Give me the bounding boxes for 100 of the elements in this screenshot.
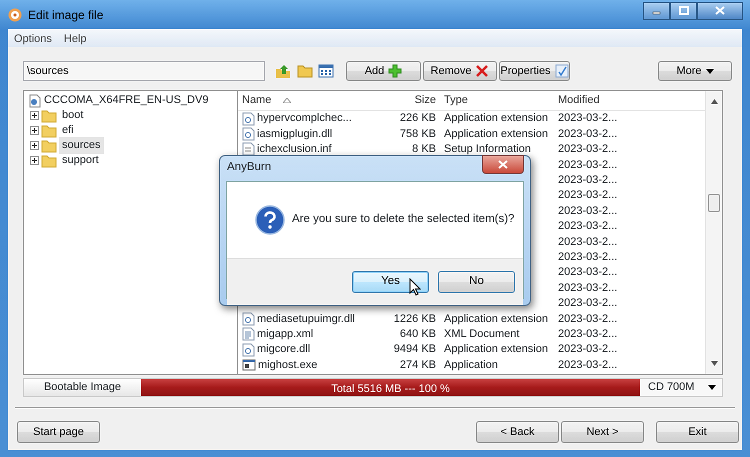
file-modified: 2023-03-2...	[558, 297, 618, 310]
expand-icon[interactable]	[30, 126, 39, 135]
file-name[interactable]: mediasetupuimgr.dll	[257, 310, 355, 328]
file-name[interactable]: hypervcomplchec...	[257, 110, 352, 127]
file-modified: 2023-03-2...	[558, 358, 618, 371]
window-title: Edit image file	[28, 6, 104, 24]
scrollbar-thumb[interactable]	[708, 194, 720, 212]
file-name[interactable]: migcore.dll	[257, 341, 310, 358]
tree-item[interactable]: efi	[59, 122, 77, 139]
file-type: XML Document	[444, 328, 520, 340]
menu-item[interactable]: Options	[10, 29, 56, 47]
file-modified: 2023-03-2...	[558, 312, 618, 325]
column-header[interactable]: Modified	[558, 94, 600, 106]
file-type: Application extension	[444, 343, 548, 356]
file-name[interactable]: migapp.xml	[257, 326, 314, 342]
column-header[interactable]: Size	[414, 94, 436, 106]
file-modified: 2023-03-2...	[558, 174, 618, 186]
file-modified: 2023-03-2...	[558, 189, 618, 202]
mouse-pointer-icon	[409, 278, 421, 296]
expand-icon[interactable]	[30, 141, 39, 150]
up-folder-icon[interactable]	[275, 63, 291, 79]
folder-icon	[41, 138, 57, 152]
more-button[interactable]: More	[658, 61, 732, 81]
expand-icon[interactable]	[30, 156, 39, 165]
dll-file-icon	[242, 112, 255, 126]
document-icon	[242, 327, 255, 342]
folder-icon[interactable]	[296, 63, 312, 79]
footer-button[interactable]: Start page	[17, 421, 100, 443]
folder-icon	[41, 154, 57, 168]
sort-ascending-icon	[283, 98, 292, 103]
dll-file-icon	[242, 127, 255, 142]
tree-root-label[interactable]: CCCOMA_X64FRE_EN-US_DV9	[44, 92, 208, 109]
settings-file-icon	[242, 142, 255, 156]
caret-icon	[706, 68, 714, 74]
cross-icon	[475, 64, 490, 78]
file-name[interactable]: ichexclusion.inf	[257, 141, 332, 158]
app-icon	[8, 8, 22, 22]
dialog-button[interactable]: No	[438, 271, 515, 293]
file-name[interactable]: iasmigplugin.dll	[257, 126, 332, 142]
file-modified: 2023-03-2...	[558, 143, 618, 156]
maximize-button[interactable]	[670, 2, 697, 20]
menu-item[interactable]: Help	[60, 29, 91, 47]
column-header[interactable]: Name	[242, 92, 272, 109]
folder-icon	[41, 108, 57, 122]
file-modified: 2023-03-2...	[558, 250, 618, 263]
minimize-button[interactable]	[643, 2, 670, 20]
path-field[interactable]: \sources	[23, 61, 265, 81]
file-modified: 2023-03-2...	[558, 282, 618, 294]
file-size: 226 KB	[400, 112, 436, 124]
expand-icon[interactable]	[30, 111, 39, 120]
file-size: 1226 KB	[394, 312, 436, 325]
grid-view-icon[interactable]	[318, 63, 334, 79]
file-modified: 2023-03-2...	[558, 112, 618, 124]
file-size: 274 KB	[400, 358, 436, 371]
file-size: 9494 KB	[394, 343, 436, 356]
scroll-up-icon[interactable]	[711, 99, 718, 104]
toolbar-button[interactable]: Remove	[423, 61, 497, 81]
tree-item[interactable]: boot	[59, 107, 86, 124]
file-type: Application extension	[444, 128, 548, 140]
file-modified: 2023-03-2...	[558, 128, 618, 140]
close-button[interactable]	[697, 2, 743, 20]
file-name[interactable]: mighost.exe	[258, 356, 318, 374]
toolbar-button[interactable]: Properties	[499, 61, 570, 81]
file-size: 8 KB	[412, 143, 436, 156]
file-modified: 2023-03-2...	[558, 328, 618, 340]
dialog-button[interactable]: Yes	[352, 271, 429, 293]
tree-item[interactable]: sources	[59, 137, 104, 154]
dialog-message: Are you sure to delete the selected item(s)?	[292, 212, 514, 228]
file-type: Application extension	[444, 312, 548, 325]
media-dropdown[interactable]: CD 700M	[640, 379, 722, 396]
question-icon	[255, 205, 285, 235]
file-modified: 2023-03-2...	[558, 204, 618, 217]
toolbar-button[interactable]: Add	[346, 61, 421, 81]
dll-file-icon	[242, 312, 255, 326]
column-header[interactable]: Type	[444, 94, 468, 106]
file-modified: 2023-03-2...	[558, 158, 618, 171]
scroll-down-icon[interactable]	[711, 361, 718, 366]
file-modified: 2023-03-2...	[558, 236, 618, 248]
image-type-label[interactable]: Bootable Image	[24, 379, 141, 396]
close-icon	[715, 6, 725, 15]
caret-icon	[708, 385, 716, 390]
usage-text: Total 5516 MB --- 100 %	[330, 382, 451, 397]
file-modified: 2023-03-2...	[558, 266, 618, 278]
file-type: Setup Information	[444, 143, 531, 156]
application-icon	[242, 358, 256, 372]
maximize-icon	[678, 6, 688, 15]
checklist-icon	[554, 64, 569, 78]
folder-icon	[41, 124, 57, 138]
tree-item[interactable]: support	[59, 152, 102, 169]
file-type: Application extension	[444, 112, 548, 124]
disc-image-icon	[28, 94, 42, 108]
footer-button[interactable]: < Back	[476, 421, 559, 443]
footer-button[interactable]: Exit	[656, 421, 739, 443]
dialog-close-button[interactable]	[482, 155, 524, 174]
footer-button[interactable]: Next >	[561, 421, 644, 443]
file-size: 640 KB	[400, 328, 436, 340]
plus-icon	[388, 64, 402, 78]
dialog-title: AnyBurn	[226, 160, 272, 176]
dll-file-icon	[242, 342, 255, 357]
file-modified: 2023-03-2...	[558, 220, 618, 232]
